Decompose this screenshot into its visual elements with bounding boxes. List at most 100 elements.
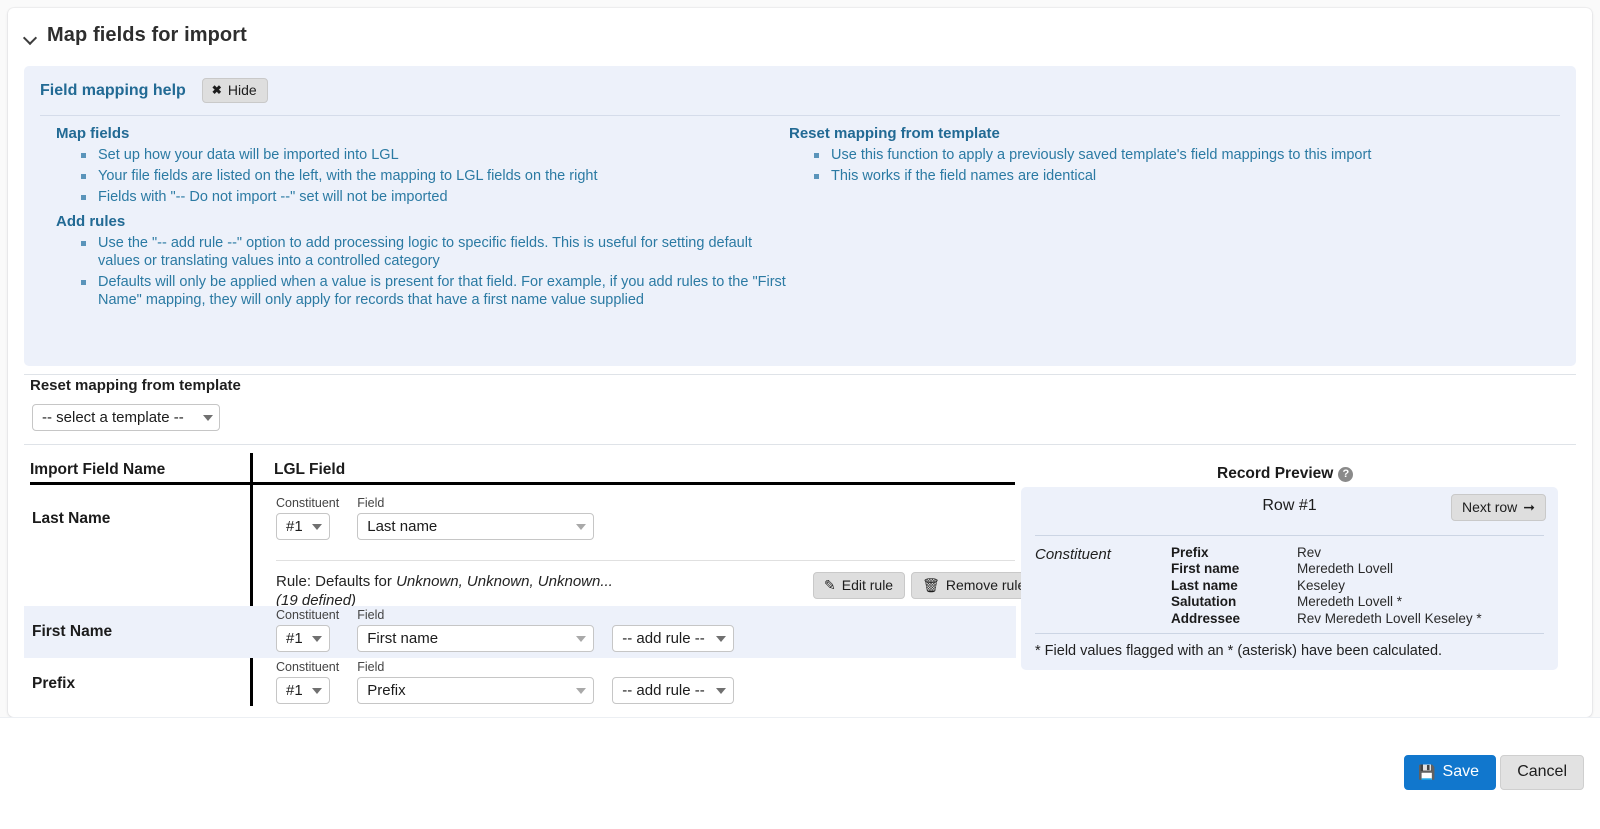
hide-help-label: Hide [227, 82, 257, 98]
constituent-select[interactable]: #1 [276, 625, 330, 652]
question-mark-icon[interactable]: ? [1338, 466, 1354, 482]
field-label: Field [357, 660, 385, 674]
record-preview-entity: Constituent [1035, 546, 1111, 563]
edit-rule-label: Edit rule [841, 577, 894, 593]
help-list-map-fields: Set up how your data will be imported in… [56, 146, 789, 206]
hide-help-button[interactable]: ✖ Hide [201, 78, 268, 103]
table-row: Last Name Constituent #1 Field Last name [24, 494, 1038, 609]
divider-above-reset [24, 374, 1576, 375]
save-button[interactable]: 💾 Save [1404, 755, 1496, 790]
chevron-down-icon [576, 687, 587, 694]
page-title: Map fields for import [47, 24, 247, 46]
column-header-lgl-field: LGL Field [274, 461, 346, 478]
import-field-name-first-name: First Name [32, 623, 113, 640]
record-preview-field-names: Prefix First name Last name Salutation A… [1171, 545, 1297, 627]
record-preview-divider-bottom [1035, 633, 1544, 634]
remove-rule-label: Remove rule [945, 577, 1026, 593]
chevron-down-icon[interactable] [24, 31, 38, 45]
chevron-down-icon [312, 635, 322, 642]
list-item: Use the "-- add rule --" option to add p… [56, 234, 789, 270]
help-column-right: Reset mapping from template Use this fun… [789, 118, 1559, 312]
lgl-field-value: Last name [367, 518, 438, 535]
lgl-field-select-group: Field Last name [357, 497, 595, 540]
help-heading-reset-mapping: Reset mapping from template [789, 125, 1000, 142]
cancel-button[interactable]: Cancel [1500, 755, 1584, 790]
constituent-value: #1 [286, 518, 303, 535]
column-header-import-field: Import Field Name [30, 461, 166, 478]
help-list-add-rules: Use the "-- add rule --" option to add p… [56, 234, 789, 309]
table-row: Prefix Constituent #1 Field Prefix -- ad… [24, 658, 1016, 710]
constituent-select-group: Constituent #1 [276, 661, 339, 704]
field-value: Rev [1297, 545, 1322, 560]
record-preview-body: Constituent Prefix First name Last name … [1035, 545, 1482, 627]
constituent-label: Constituent [276, 496, 340, 510]
list-item: Your file fields are listed on the left,… [56, 167, 789, 185]
next-row-label: Next row [1462, 499, 1518, 515]
field-name: Salutation [1171, 594, 1237, 610]
help-heading-add-rules: Add rules [56, 213, 126, 230]
list-item: Use this function to apply a previously … [789, 146, 1559, 164]
cancel-label: Cancel [1517, 763, 1567, 780]
footer-divider [0, 717, 1600, 718]
lgl-field-select[interactable]: Last name [357, 513, 595, 540]
help-list-reset-mapping: Use this function to apply a previously … [789, 146, 1559, 185]
import-field-name-prefix: Prefix [32, 675, 76, 692]
lgl-field-select[interactable]: Prefix [357, 677, 595, 704]
lgl-field-select[interactable]: First name [357, 625, 595, 652]
record-preview-title-text: Record Preview [1217, 465, 1334, 482]
next-row-button[interactable]: Next row ➞ [1451, 494, 1546, 521]
constituent-value: #1 [286, 630, 303, 647]
constituent-label: Constituent [276, 608, 340, 622]
lgl-field-value: First name [367, 630, 439, 647]
record-preview-divider-top [1035, 535, 1544, 536]
constituent-select[interactable]: #1 [276, 677, 330, 704]
lgl-field-select-group: Field Prefix [357, 660, 595, 704]
constituent-label: Constituent [276, 660, 340, 674]
chevron-down-icon [716, 687, 727, 694]
chevron-down-icon [716, 635, 727, 642]
record-preview-panel: Row #1 Next row ➞ Constituent Prefix Fir… [1021, 487, 1558, 670]
chevron-down-icon [312, 523, 322, 530]
table-header-underline [30, 482, 1015, 485]
remove-rule-button[interactable]: 🗑 Remove rule [911, 572, 1038, 599]
arrow-right-icon: ➞ [1523, 499, 1535, 515]
map-fields-card: Map fields for import Field mapping help… [8, 8, 1592, 717]
add-rule-select[interactable]: -- add rule -- [612, 625, 735, 652]
close-x-icon: ✖ [211, 83, 222, 97]
add-rule-value: -- add rule -- [622, 630, 705, 647]
field-name: First name [1171, 561, 1240, 577]
field-mapping-controls-prefix: Constituent #1 Field Prefix -- add rule … [276, 660, 735, 704]
field-name: Addressee [1171, 610, 1241, 626]
rule-buttons: ✎ Edit rule 🗑 Remove rule [813, 572, 1038, 599]
list-item: Fields with "-- Do not import --" set wi… [56, 188, 789, 206]
chevron-down-icon [576, 523, 587, 530]
chevron-down-icon [576, 635, 587, 642]
help-divider [40, 115, 1560, 116]
edit-rule-button[interactable]: ✎ Edit rule [813, 572, 906, 599]
chevron-down-icon [312, 687, 322, 694]
help-heading-map-fields: Map fields [56, 125, 130, 142]
field-value: Rev Meredeth Lovell Keseley * [1297, 610, 1482, 626]
record-preview-header: Row #1 Next row ➞ [1021, 487, 1558, 535]
constituent-select-group: Constituent #1 [276, 609, 339, 652]
rule-prefix-text: Rule: Defaults for [276, 573, 397, 590]
section-header[interactable]: Map fields for import [8, 8, 1592, 47]
add-rule-select[interactable]: -- add rule -- [612, 677, 735, 704]
template-select[interactable]: -- select a template -- [32, 404, 220, 431]
add-rule-select-group: -- add rule -- [612, 677, 735, 704]
trash-icon: 🗑 [922, 577, 940, 593]
constituent-select[interactable]: #1 [276, 513, 330, 540]
divider-above-table [24, 444, 1576, 445]
list-item: Set up how your data will be imported in… [56, 146, 789, 164]
field-value: Meredeth Lovell [1297, 561, 1394, 577]
pencil-icon: ✎ [824, 577, 836, 593]
field-value: Keseley [1297, 577, 1346, 593]
footer-bar: 💾 Save Cancel [0, 717, 1600, 829]
help-panel-header: Field mapping help ✖ Hide [24, 66, 1576, 103]
list-item: This works if the field names are identi… [789, 167, 1559, 185]
constituent-select-group: Constituent #1 [276, 497, 339, 540]
record-preview-fields: Prefix First name Last name Salutation A… [1171, 545, 1482, 627]
field-mapping-controls-last-name: Constituent #1 Field Last name [276, 497, 595, 540]
rule-separator [276, 560, 1015, 561]
table-row: First Name Constituent #1 Field First na… [24, 606, 1016, 658]
